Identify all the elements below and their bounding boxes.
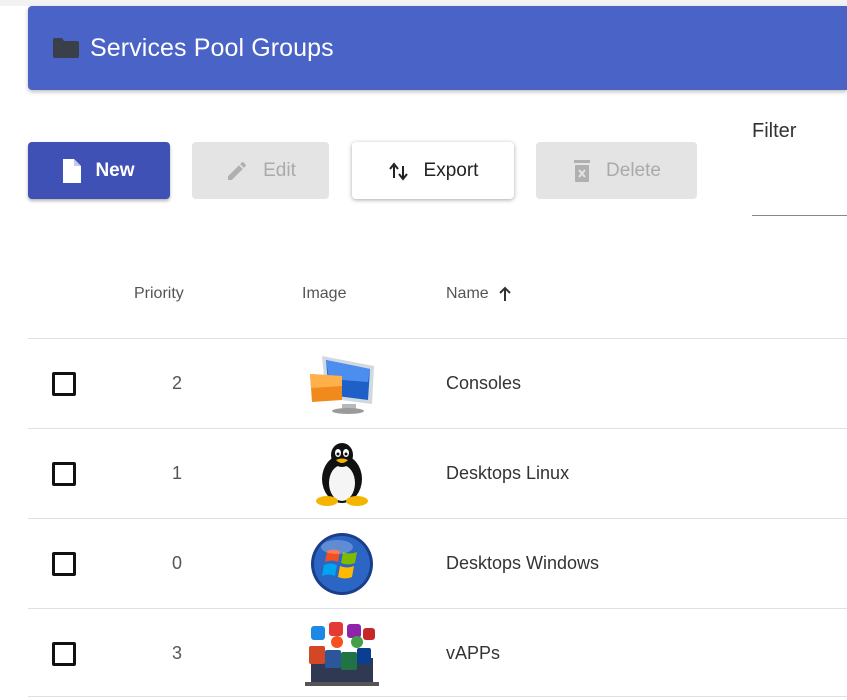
column-header-name-label: Name [446,285,489,302]
delete-button-label: Delete [606,159,661,181]
column-header-priority[interactable]: Priority [134,285,184,303]
row-priority: 3 [172,643,183,663]
table-header: Priority Image Name [28,248,847,339]
swap-vertical-icon [388,160,410,182]
filter-label: Filter [752,120,797,142]
row-priority: 0 [172,553,183,573]
row-checkbox[interactable] [52,552,76,576]
tux-icon [298,441,386,507]
row-priority: 2 [172,373,183,393]
row-name: Desktops Linux [446,463,570,483]
new-button[interactable]: New [28,142,170,199]
table-row[interactable]: 0 Desktops Windows [28,519,847,609]
new-button-label: New [95,159,135,181]
row-name: vAPPs [446,643,501,663]
windows-logo-icon [298,531,386,597]
row-priority: 1 [172,463,183,483]
column-header-name[interactable]: Name [446,285,513,303]
edit-button[interactable]: Edit [192,142,329,199]
page-header: Services Pool Groups [28,6,847,90]
table-row[interactable]: 3 vAPPs [28,609,847,697]
page: Services Pool Groups New Edit Export Del… [0,0,847,700]
trash-icon [572,159,592,183]
apps-icon [298,621,386,687]
export-button-label: Export [423,159,479,181]
edit-button-label: Edit [263,159,296,181]
monitor-icon [298,351,386,417]
row-checkbox[interactable] [52,372,76,396]
export-button[interactable]: Export [352,142,514,199]
pencil-icon [225,159,249,183]
table-row[interactable]: 1 Desktops Linux [28,429,847,519]
column-header-image[interactable]: Image [302,285,346,303]
row-name: Desktops Windows [446,553,600,573]
table-row[interactable]: 2 Consoles [28,339,847,429]
page-title: Services Pool Groups [90,33,334,62]
services-pool-groups-table: Priority Image Name 2 Consoles 1 Desktop… [28,248,847,697]
new-file-icon [63,158,82,183]
row-name: Consoles [446,373,522,393]
delete-button[interactable]: Delete [536,142,697,199]
folder-icon [52,37,80,59]
filter-input[interactable] [752,180,847,216]
row-checkbox[interactable] [52,642,76,666]
row-checkbox[interactable] [52,462,76,486]
sort-arrow-up-icon [497,286,513,302]
